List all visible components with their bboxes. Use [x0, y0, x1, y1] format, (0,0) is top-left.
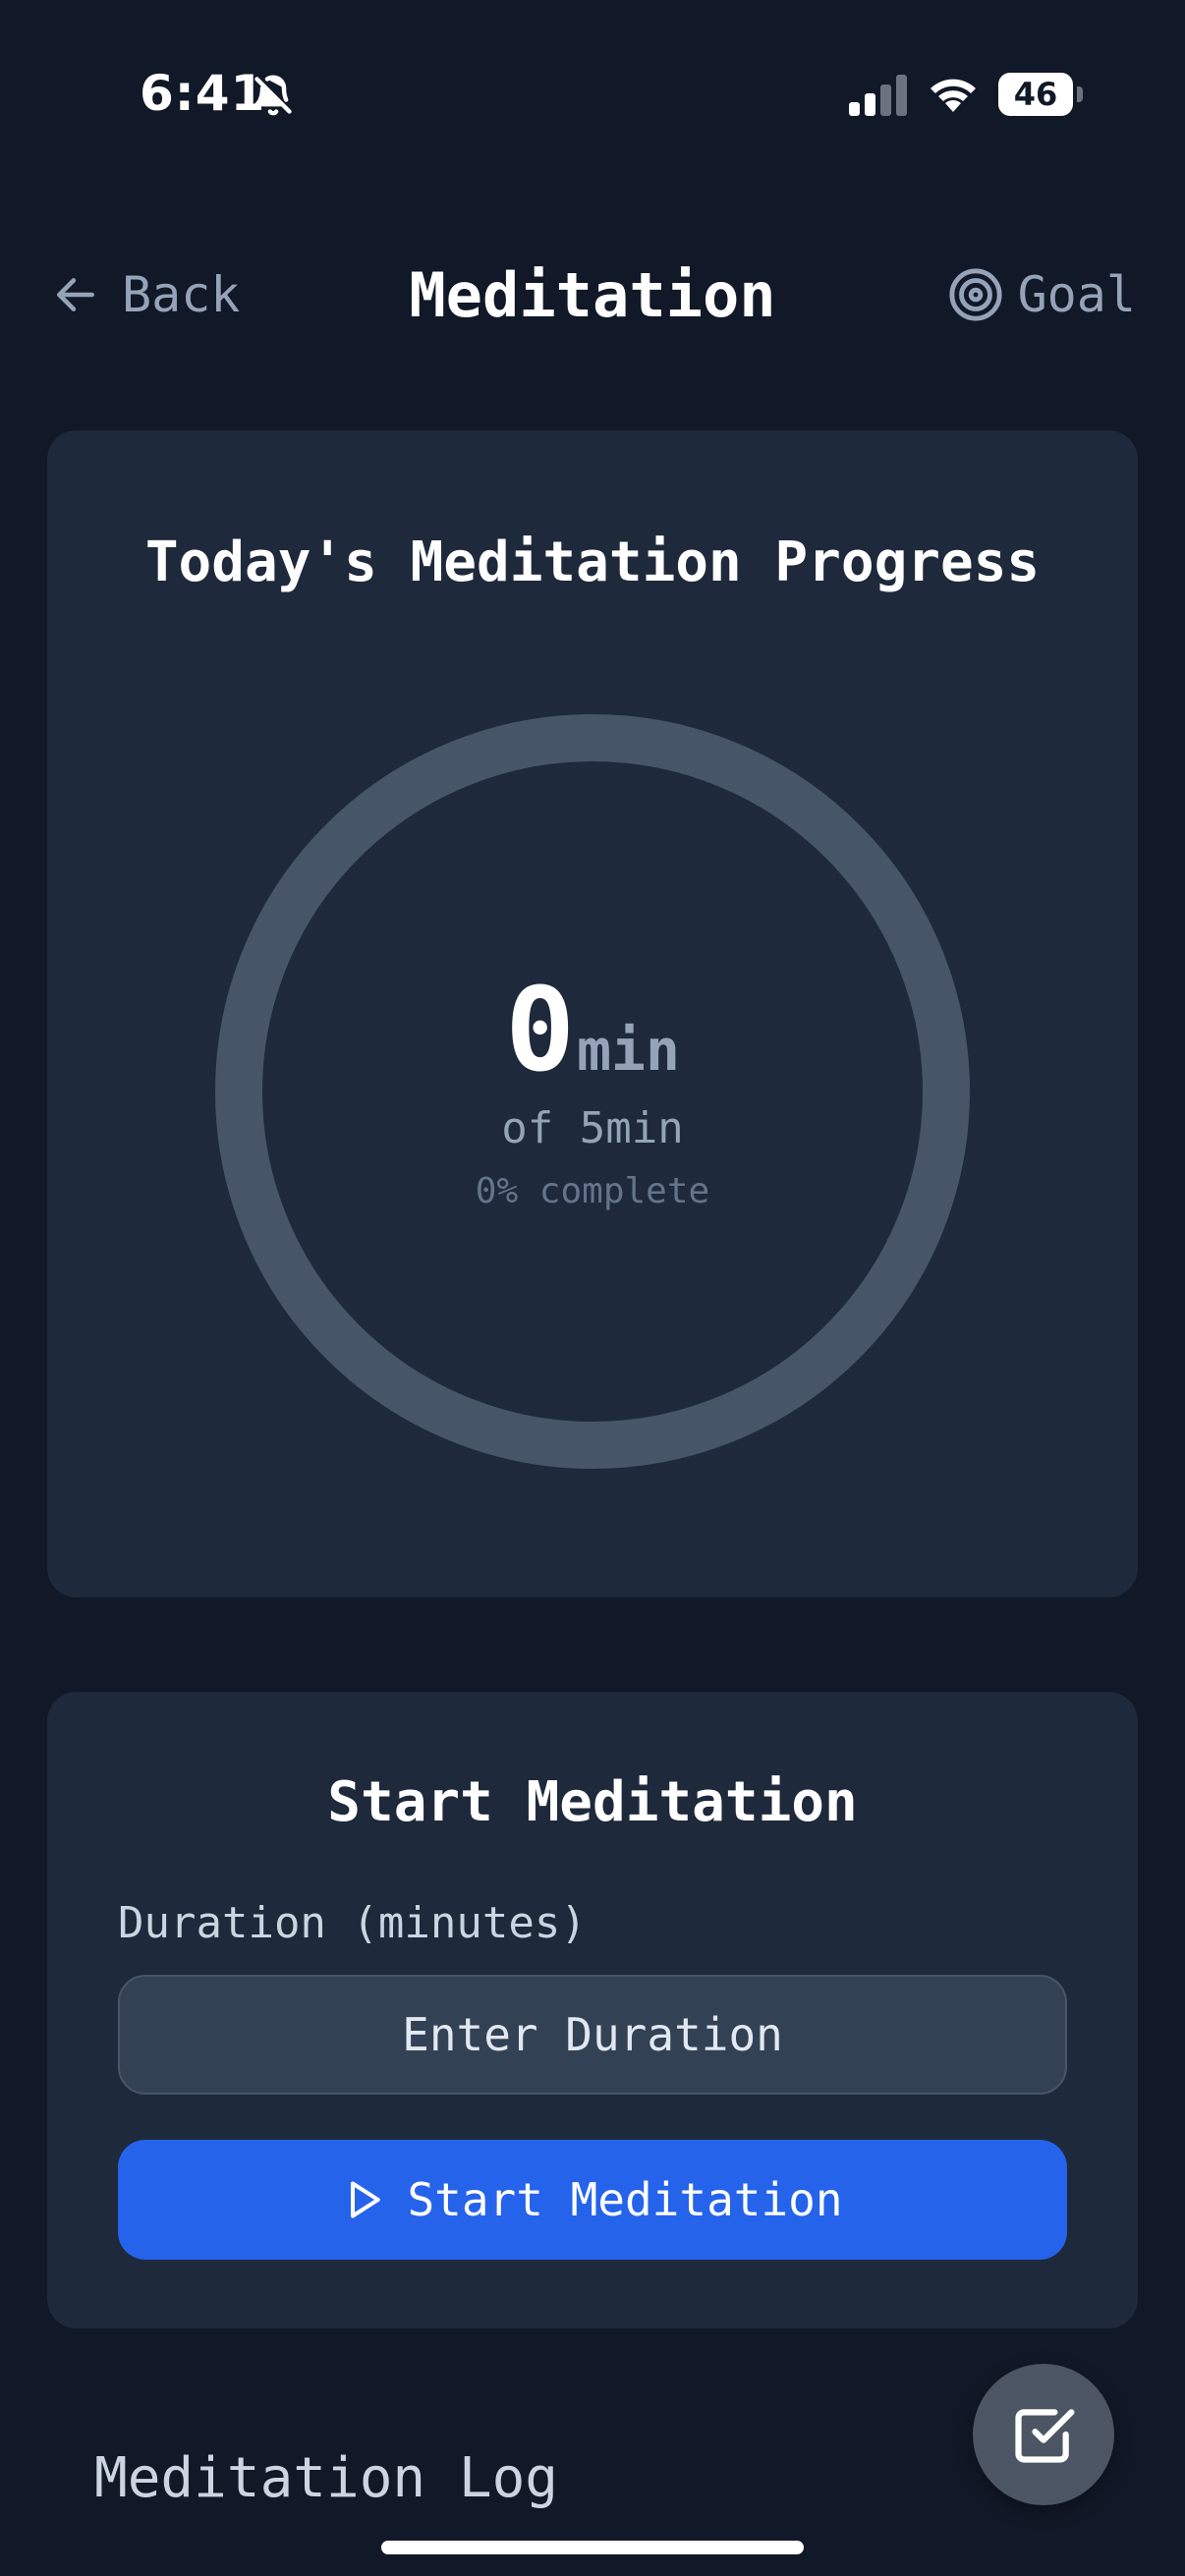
- progress-card: Today's Meditation Progress 0 min of 5mi…: [47, 430, 1138, 1597]
- log-fab-button[interactable]: [973, 2364, 1114, 2505]
- play-icon: [351, 2181, 381, 2218]
- wifi-icon: [931, 79, 976, 112]
- bell-off-icon: [254, 75, 292, 116]
- meditation-screen: 6:41 46 Back Meditation Goal Today's Med…: [0, 0, 1185, 2576]
- progress-value: 0: [505, 962, 576, 1097]
- start-meditation-button[interactable]: Start Meditation: [118, 2140, 1067, 2260]
- duration-input[interactable]: [118, 1975, 1067, 2095]
- start-meditation-card: Start Meditation Duration (minutes) Star…: [47, 1692, 1138, 2328]
- goal-label: Goal: [1017, 266, 1136, 323]
- goal-button[interactable]: Goal: [947, 265, 1136, 324]
- progress-unit: min: [577, 1017, 680, 1084]
- progress-card-title: Today's Meditation Progress: [144, 531, 1041, 594]
- header: Back Meditation Goal: [0, 236, 1185, 354]
- progress-value-line: 0 min: [505, 972, 680, 1088]
- signal-icon: [849, 75, 907, 116]
- meditation-log-title: Meditation Log: [94, 2446, 559, 2510]
- status-bar: 6:41 46: [0, 0, 1185, 187]
- home-indicator: [381, 2541, 804, 2554]
- battery-body: 46: [998, 73, 1073, 116]
- duration-label: Duration (minutes): [118, 1898, 587, 1948]
- progress-ring-center: 0 min of 5min 0% complete: [214, 713, 971, 1470]
- battery-icon: 46: [998, 73, 1083, 116]
- target-icon: [948, 268, 1002, 321]
- progress-percent-text: 0% complete: [475, 1171, 710, 1211]
- progress-goal-text: of 5min: [501, 1103, 684, 1153]
- check-square-icon: [1015, 2409, 1075, 2463]
- status-time: 6:41: [140, 65, 266, 122]
- start-card-title: Start Meditation: [327, 1770, 858, 1834]
- start-button-label: Start Meditation: [407, 2173, 843, 2226]
- battery-cap: [1077, 86, 1083, 102]
- battery-level: 46: [1013, 76, 1058, 113]
